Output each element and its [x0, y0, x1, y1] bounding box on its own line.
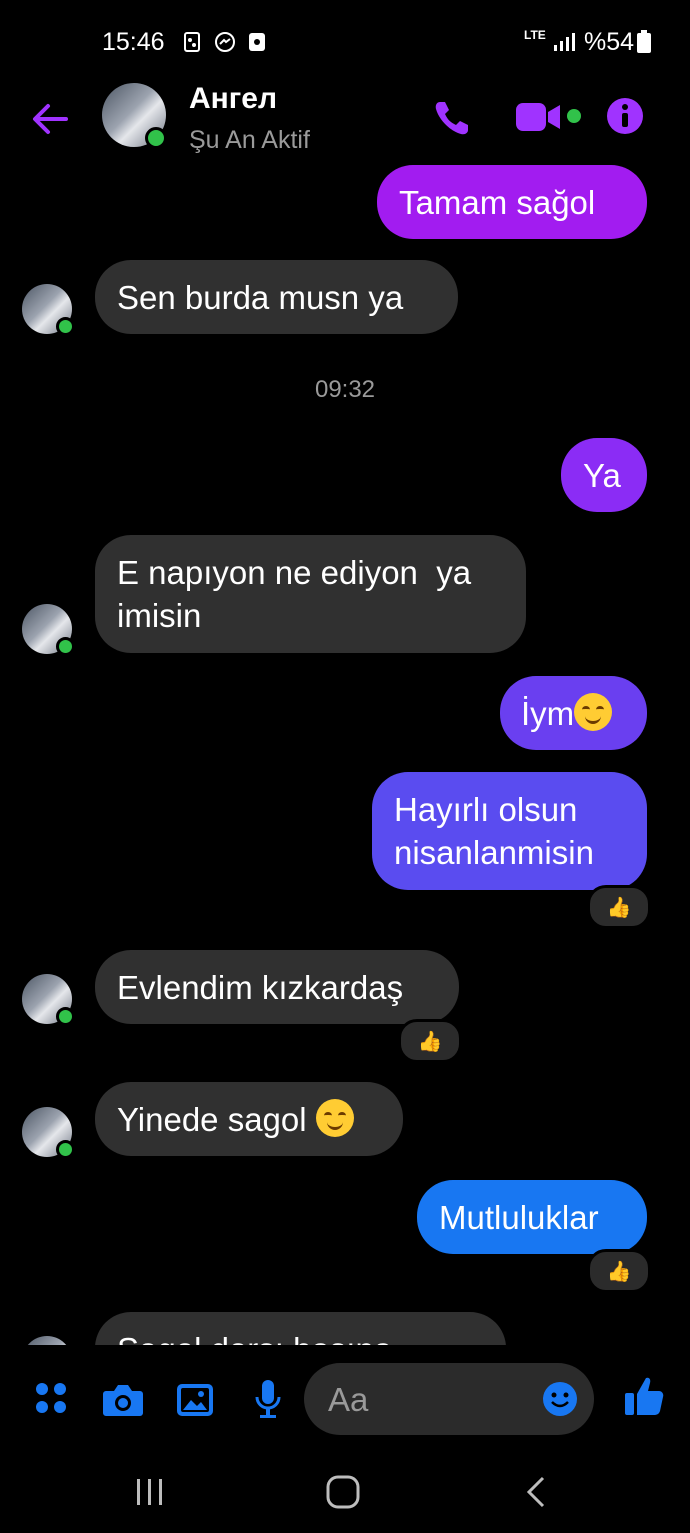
- microphone-icon[interactable]: [254, 1379, 282, 1419]
- emoji-icon[interactable]: [542, 1381, 578, 1417]
- messenger-icon: [215, 32, 235, 52]
- smile-emoji-icon: [315, 1099, 354, 1137]
- message-bubble-received[interactable]: E napıyon ne ediyon ya imisin: [95, 535, 526, 653]
- message-bubble-received[interactable]: Sagol dorşı başına: [95, 1312, 506, 1345]
- gallery-icon[interactable]: [176, 1383, 214, 1417]
- message-bubble-sent[interactable]: Mutluluklar: [417, 1180, 647, 1254]
- online-indicator: [56, 637, 75, 656]
- message-composer: [0, 1345, 690, 1455]
- back-icon[interactable]: [524, 1475, 548, 1509]
- message-bubble-received[interactable]: Evlendim kızkardaş: [95, 950, 459, 1024]
- screenshot-icon: [184, 32, 200, 52]
- status-bar: 15:46 LTE %54: [0, 0, 690, 80]
- online-indicator: [56, 1007, 75, 1026]
- message-bubble-received[interactable]: Yinede sagol: [95, 1082, 403, 1156]
- thumbs-up-reaction-icon[interactable]: 👍: [587, 1249, 651, 1293]
- signal-icon: [554, 33, 575, 51]
- camera-icon[interactable]: [102, 1383, 144, 1417]
- sd-card-icon: [249, 33, 265, 51]
- network-label: LTE: [524, 28, 546, 42]
- message-input[interactable]: [326, 1363, 550, 1437]
- thumbs-up-reaction-icon[interactable]: 👍: [587, 885, 651, 929]
- info-icon[interactable]: [606, 97, 644, 135]
- home-icon[interactable]: [326, 1475, 360, 1509]
- contact-name[interactable]: Ангел: [189, 82, 277, 116]
- message-input-container[interactable]: [304, 1363, 594, 1437]
- smirk-emoji-icon: [574, 693, 613, 731]
- menu-dots-icon[interactable]: [34, 1381, 68, 1415]
- message-bubble-received[interactable]: Sen burda musn ya: [95, 260, 458, 334]
- active-status: Şu An Aktif: [189, 126, 310, 154]
- battery-icon: [637, 30, 651, 53]
- online-indicator: [56, 1140, 75, 1159]
- status-time: 15:46: [102, 28, 165, 56]
- chat-header: Ангел Şu An Aktif: [0, 80, 690, 160]
- message-bubble-sent[interactable]: Tamam sağol: [377, 165, 647, 239]
- message-bubble-sent[interactable]: Hayırlı olsun nisanlanmisin: [372, 772, 647, 890]
- sender-avatar[interactable]: [22, 1336, 72, 1345]
- message-bubble-sent[interactable]: Ya: [561, 438, 647, 512]
- video-camera-icon[interactable]: [516, 100, 564, 134]
- message-timestamp: 09:32: [314, 376, 376, 403]
- system-nav-bar: [0, 1455, 690, 1533]
- back-arrow-icon[interactable]: [30, 102, 70, 136]
- battery-percent: %54: [584, 28, 635, 56]
- phone-icon[interactable]: [432, 98, 472, 138]
- thumbs-up-icon[interactable]: [624, 1375, 664, 1417]
- online-indicator: [56, 317, 75, 336]
- video-online-dot: [567, 109, 581, 123]
- thumbs-up-reaction-icon[interactable]: 👍: [398, 1019, 462, 1063]
- recent-apps-icon[interactable]: [134, 1477, 166, 1507]
- online-indicator: [145, 127, 167, 149]
- message-bubble-sent[interactable]: İym: [500, 676, 647, 750]
- message-list[interactable]: Tamam sağol Sen burda musn ya 09:32 Ya E…: [0, 160, 690, 1345]
